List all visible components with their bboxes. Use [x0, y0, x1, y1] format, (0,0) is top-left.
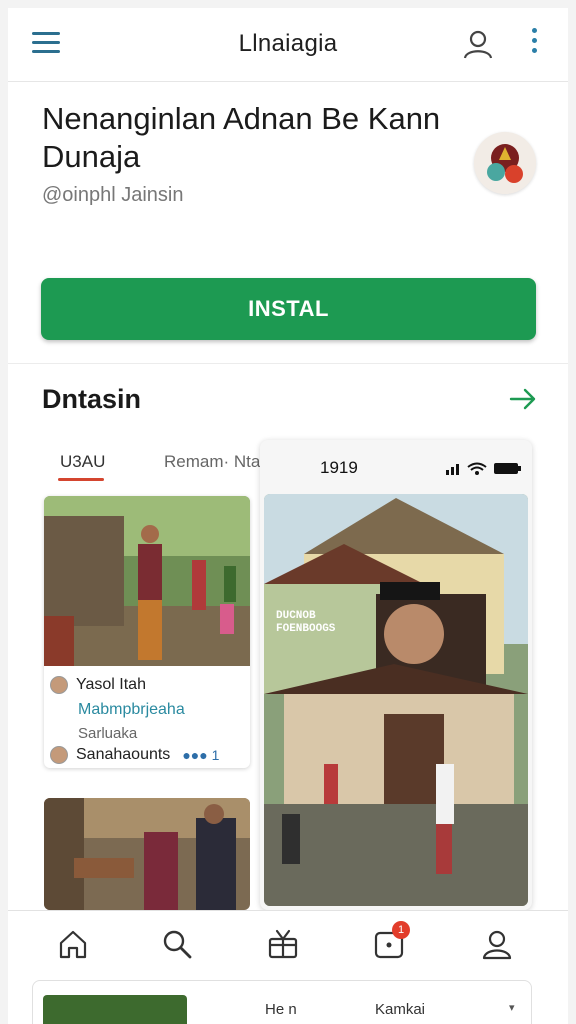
- status-icons: [446, 462, 521, 475]
- tab-second[interactable]: Remam· Ntam: [164, 452, 275, 472]
- home-icon[interactable]: [56, 927, 90, 961]
- post-line-3: Sarluaka: [78, 725, 138, 742]
- reactions-badge[interactable]: ●●● 1: [182, 747, 219, 763]
- post-line-2[interactable]: Mabmpbrjeaha: [78, 701, 185, 719]
- profile-icon[interactable]: [480, 927, 514, 961]
- phone-screenshot[interactable]: 1919 DUCNOB FOENBOOGS: [260, 440, 532, 910]
- app-name: Nenanginlan Adnan Be Kann Dunaja: [42, 101, 441, 174]
- notification-badge: 1: [392, 921, 410, 939]
- active-tab-indicator: [58, 478, 104, 481]
- post-author-row: Yasol Itah: [50, 676, 146, 694]
- caret-icon[interactable]: ▾: [509, 1001, 515, 1014]
- peek-thumbnail: [43, 995, 187, 1024]
- post-card[interactable]: Yasol Itah Mabmpbrjeaha Sarluaka Sanahao…: [44, 496, 250, 768]
- reactions-count: 1: [211, 747, 220, 763]
- post-photo[interactable]: [44, 496, 250, 666]
- peek-label-2: Kamkai: [375, 1001, 426, 1018]
- avatar[interactable]: [50, 746, 68, 764]
- gift-icon[interactable]: [266, 927, 300, 961]
- app-logo-icon: [474, 132, 536, 194]
- notifications-button[interactable]: 1: [372, 921, 410, 961]
- post-photo-2[interactable]: [44, 798, 250, 910]
- preview-photo: [264, 494, 528, 906]
- more-options-icon[interactable]: [528, 28, 540, 60]
- app-screen: Llnaiagia Nenanginlan Adnan Be Kann Duna…: [8, 8, 568, 1024]
- avatar[interactable]: [50, 676, 68, 694]
- post-footer-row: Sanahaounts ●●● 1: [50, 746, 219, 764]
- divider: [8, 363, 568, 364]
- search-icon[interactable]: [160, 927, 194, 961]
- preview-overlay-text: DUCNOB FOENBOOGS: [276, 610, 336, 635]
- tab-first[interactable]: U3AU: [60, 452, 105, 472]
- top-app-bar: Llnaiagia: [8, 8, 568, 82]
- peek-card[interactable]: He n Kamkai ▾: [32, 980, 532, 1024]
- section-title: Dntasin: [42, 384, 142, 414]
- install-button[interactable]: INSTAL: [41, 278, 536, 340]
- bottom-navigation: 1: [8, 910, 568, 974]
- arrow-right-icon[interactable]: [508, 386, 538, 412]
- app-author[interactable]: @oinphl Jainsin: [42, 184, 184, 207]
- post-line-1: Yasol Itah: [76, 676, 146, 693]
- status-time: 1919: [320, 458, 358, 477]
- post-line-4: Sanahaounts: [76, 746, 171, 763]
- account-icon[interactable]: [462, 28, 494, 60]
- peek-label-1: He n: [265, 1001, 297, 1018]
